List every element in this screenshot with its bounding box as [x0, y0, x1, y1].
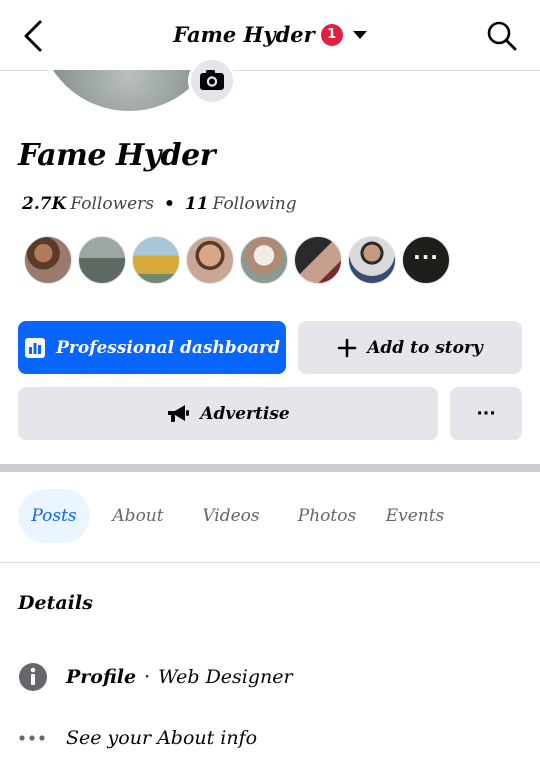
about-info-label: See your About info — [66, 727, 258, 749]
profile-switcher[interactable]: Fame Hyder 1 — [0, 22, 540, 54]
caret-down-icon — [352, 30, 367, 39]
tabs-bottom-border — [0, 562, 540, 563]
follow-stats: 2.7K Followers • 11 Following — [22, 194, 297, 214]
dashboard-icon — [24, 337, 46, 359]
followers-count: 2.7K — [22, 194, 67, 214]
following-count: 11 — [184, 194, 209, 214]
friend-avatar[interactable] — [132, 236, 180, 284]
add-to-story-label: Add to story — [367, 337, 483, 358]
following-label[interactable]: Following — [213, 194, 297, 214]
profile-name: Fame Hyder — [18, 138, 216, 173]
tab-events[interactable]: Events — [382, 489, 448, 543]
friend-avatar[interactable] — [24, 236, 72, 284]
top-bar: Fame Hyder 1 — [0, 0, 540, 71]
search-icon[interactable] — [486, 20, 518, 52]
more-options-label: ··· — [476, 403, 496, 424]
about-info-row[interactable]: See your About info — [18, 722, 257, 754]
tab-posts[interactable]: Posts — [18, 489, 90, 543]
tab-photos[interactable]: Photos — [294, 489, 360, 543]
notification-badge: 1 — [320, 23, 343, 46]
info-icon — [18, 662, 48, 692]
camera-icon — [200, 70, 224, 90]
tab-videos[interactable]: Videos — [198, 489, 264, 543]
profile-detail-row[interactable]: Profile · Web Designer — [18, 661, 293, 693]
camera-button[interactable] — [188, 57, 236, 105]
tab-about[interactable]: About — [108, 489, 168, 543]
profile-value: Web Designer — [158, 666, 293, 688]
friend-avatar[interactable] — [240, 236, 288, 284]
more-options-button[interactable]: ··· — [450, 387, 522, 440]
friend-avatar[interactable] — [78, 236, 126, 284]
add-to-story-button[interactable]: Add to story — [298, 321, 522, 374]
friend-avatar[interactable] — [348, 236, 396, 284]
separator-dot: • — [164, 194, 175, 214]
section-divider — [0, 464, 540, 472]
page-title: Fame Hyder — [173, 22, 315, 47]
followers-label[interactable]: Followers — [70, 194, 154, 214]
plus-icon — [337, 338, 357, 358]
advertise-button[interactable]: Advertise — [18, 387, 438, 440]
advertise-label: Advertise — [200, 403, 290, 424]
details-heading: Details — [18, 592, 93, 614]
profile-label: Profile — [66, 666, 137, 688]
more-friends-button[interactable]: ··· — [402, 236, 450, 284]
friend-avatar[interactable] — [294, 236, 342, 284]
friend-avatar[interactable] — [186, 236, 234, 284]
professional-dashboard-button[interactable]: Professional dashboard — [18, 321, 286, 374]
megaphone-icon — [166, 403, 190, 425]
professional-dashboard-label: Professional dashboard — [56, 337, 280, 358]
more-dots-icon — [18, 723, 48, 753]
detail-separator: · — [144, 666, 151, 688]
